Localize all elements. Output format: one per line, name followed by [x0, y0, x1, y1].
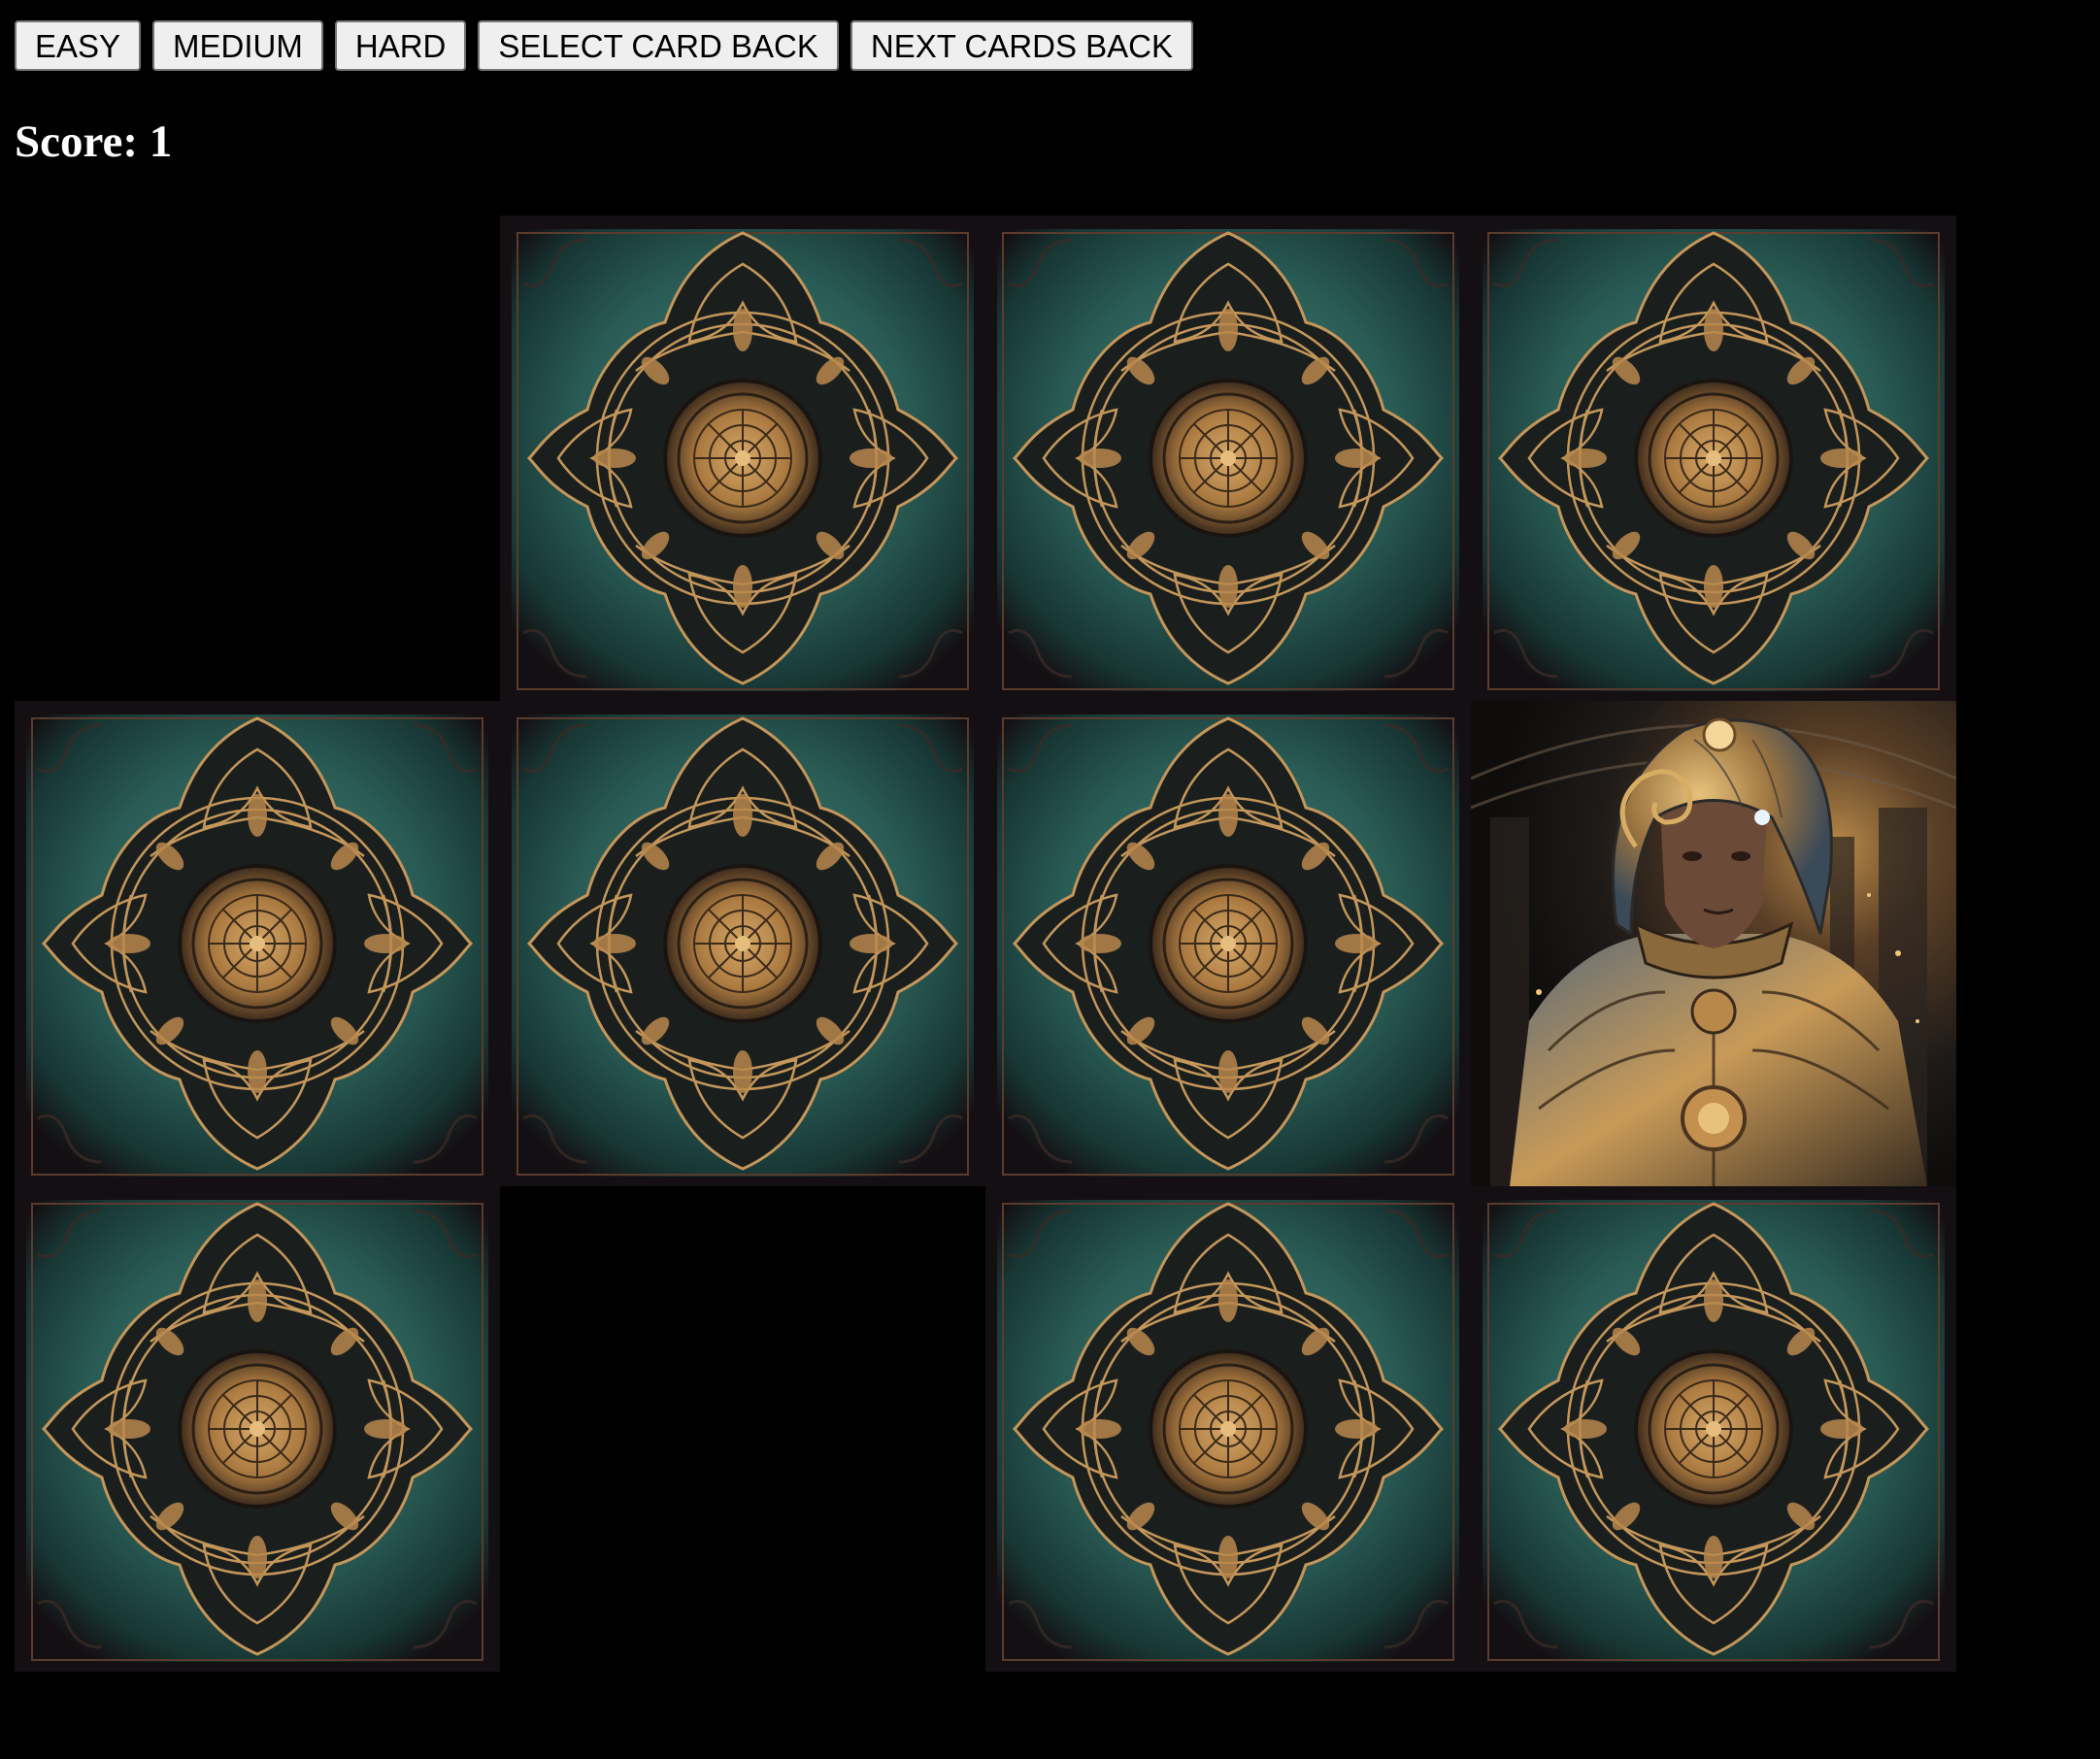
empty-card-slot [500, 1186, 985, 1672]
mandala-ornament-icon [500, 216, 985, 701]
mandala-ornament-icon [1471, 1186, 1956, 1672]
difficulty-toolbar: EASY MEDIUM HARD SELECT CARD BACK NEXT C… [15, 20, 1194, 71]
card-back[interactable] [1471, 216, 1956, 701]
mandala-ornament-icon [15, 1186, 500, 1672]
card-back[interactable] [1471, 1186, 1956, 1672]
card-grid [15, 216, 1956, 1672]
card-back[interactable] [15, 701, 500, 1186]
card-back[interactable] [500, 216, 985, 701]
select-card-back-button[interactable]: SELECT CARD BACK [478, 20, 839, 71]
card-back[interactable] [985, 216, 1471, 701]
mandala-ornament-icon [985, 216, 1471, 701]
easy-button[interactable]: EASY [15, 20, 142, 71]
card-face-revealed[interactable] [1471, 701, 1956, 1186]
empty-card-slot [15, 216, 500, 701]
next-cards-back-button[interactable]: NEXT CARDS BACK [850, 20, 1194, 71]
hard-button[interactable]: HARD [334, 20, 467, 71]
card-back[interactable] [985, 701, 1471, 1186]
mandala-ornament-icon [985, 1186, 1471, 1672]
score-display: Score: 1 [15, 116, 173, 167]
medium-button[interactable]: MEDIUM [152, 20, 323, 71]
card-back[interactable] [985, 1186, 1471, 1672]
mandala-ornament-icon [15, 701, 500, 1186]
mandala-ornament-icon [500, 701, 985, 1186]
card-back[interactable] [15, 1186, 500, 1672]
card-back[interactable] [500, 701, 985, 1186]
warrior-portrait-image [1471, 701, 1956, 1186]
mandala-ornament-icon [985, 701, 1471, 1186]
mandala-ornament-icon [1471, 216, 1956, 701]
